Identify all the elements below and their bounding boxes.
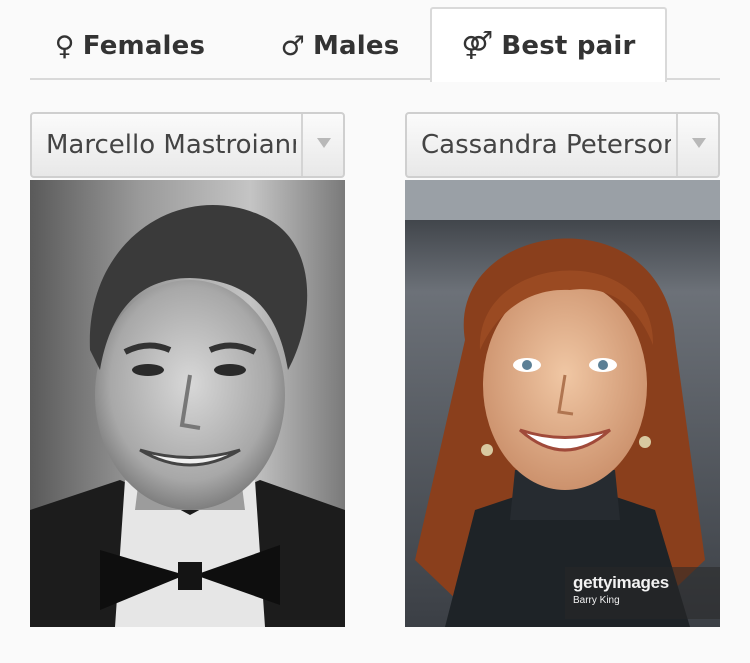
male-icon: ♂: [280, 30, 305, 62]
watermark-credit: Barry King: [573, 595, 620, 606]
left-person-select[interactable]: Marcello Mastroianni: [30, 112, 345, 178]
right-person-photo: gettyimages Barry King: [405, 180, 720, 627]
gender-tabs: ♀ Females ♂ Males ⚤ Best pair: [30, 0, 720, 82]
left-portrait-illustration: [30, 180, 345, 627]
right-portrait-illustration: [405, 180, 720, 627]
chevron-down-icon: [317, 138, 331, 148]
tab-best-pair[interactable]: ⚤ Best pair: [430, 7, 667, 82]
right-person-select-value: Cassandra Peterson: [421, 130, 671, 160]
left-select-dropdown-toggle[interactable]: [301, 114, 343, 176]
tab-males[interactable]: ♂ Males: [250, 12, 430, 80]
left-person-photo: [30, 180, 345, 627]
best-pair-page: ♀ Females ♂ Males ⚤ Best pair Marcello M…: [0, 0, 750, 663]
gender-pair-icon: ⚤: [461, 30, 494, 61]
tab-males-label: Males: [312, 31, 400, 61]
tab-best-pair-label: Best pair: [501, 30, 636, 61]
watermark-logo: gettyimages: [573, 573, 669, 592]
female-icon: ♀: [54, 30, 75, 62]
right-select-dropdown-toggle[interactable]: [676, 114, 718, 176]
tab-females-label: Females: [82, 31, 206, 61]
right-person-select[interactable]: Cassandra Peterson: [405, 112, 720, 178]
chevron-down-icon: [692, 138, 706, 148]
tab-females[interactable]: ♀ Females: [30, 12, 230, 80]
getty-watermark: gettyimages Barry King: [565, 567, 720, 619]
left-person-select-value: Marcello Mastroianni: [46, 130, 296, 160]
